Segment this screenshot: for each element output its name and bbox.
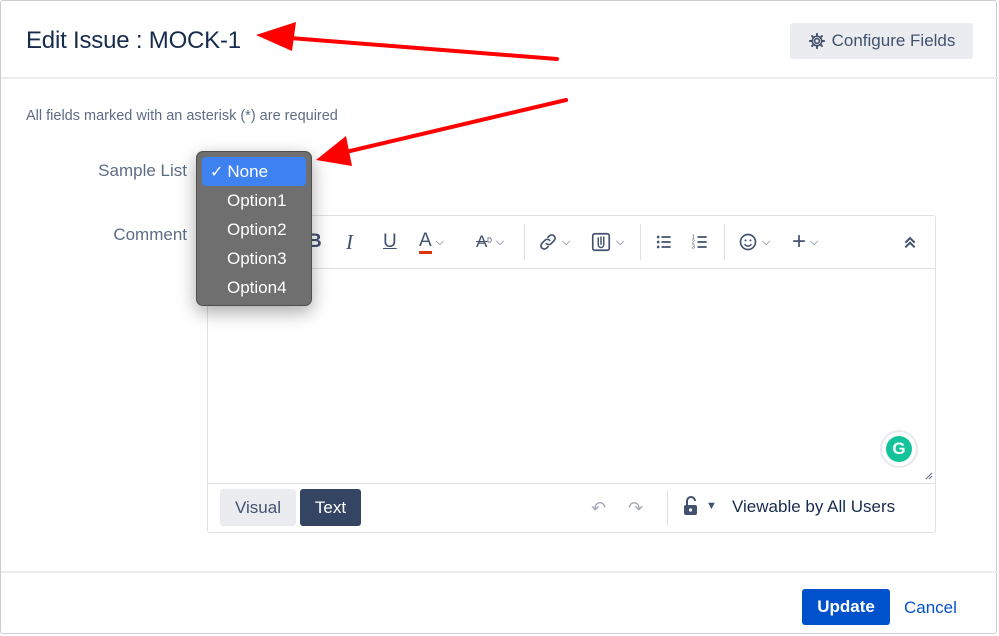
svg-text:3: 3: [692, 245, 695, 251]
italic-icon[interactable]: I: [346, 229, 353, 255]
text-mode-tab[interactable]: Text: [300, 489, 361, 526]
configure-fields-button[interactable]: Configure Fields: [790, 23, 973, 59]
collapse-toolbar-icon[interactable]: [902, 229, 918, 255]
comment-editor: B I U A ⌵ Aᴰ ⌵ ⌵ ⌵ 123 ⌵ + ⌵ G Visual Te…: [207, 215, 936, 533]
bottom-separator: [667, 490, 668, 526]
undo-icon[interactable]: ↶: [591, 498, 606, 519]
text-color-icon[interactable]: A ⌵: [419, 229, 444, 255]
toolbar-separator: [640, 224, 641, 260]
comment-text-area[interactable]: G: [208, 268, 935, 482]
checkmark-icon: ✓: [210, 163, 224, 181]
text-format-icon[interactable]: Aᴰ ⌵: [476, 229, 504, 255]
option-label: Option3: [227, 248, 287, 268]
option-label: None: [227, 161, 269, 181]
unlock-icon: [684, 496, 697, 515]
edit-issue-dialog: Edit Issue : MOCK-1 Configure Fields All…: [0, 0, 998, 635]
dialog-header: Edit Issue : MOCK-1 Configure Fields: [1, 1, 998, 79]
link-icon[interactable]: ⌵: [538, 229, 570, 255]
cancel-link[interactable]: Cancel: [904, 598, 957, 618]
resize-handle-icon[interactable]: [923, 470, 933, 480]
gear-icon: [808, 32, 825, 50]
sample-list-dropdown: ✓ None Option1 Option2 Option3 Option4: [196, 151, 312, 306]
update-button[interactable]: Update: [802, 589, 890, 625]
redo-icon[interactable]: ↷: [628, 498, 643, 519]
visibility-toggle[interactable]: ▼: [682, 496, 717, 516]
dialog-title: Edit Issue : MOCK-1: [26, 27, 241, 54]
dropdown-option-3[interactable]: Option3: [202, 244, 306, 273]
option-label: Option2: [227, 219, 287, 239]
dropdown-option-2[interactable]: Option2: [202, 215, 306, 244]
toolbar-separator: [724, 224, 725, 260]
underline-icon[interactable]: U: [383, 229, 397, 255]
dropdown-option-4[interactable]: Option4: [202, 273, 306, 302]
editor-bottom-bar: Visual Text ↶ ↷ ▼ Viewable by All Users: [208, 483, 935, 533]
grammarly-icon[interactable]: G: [882, 432, 916, 466]
configure-fields-label: Configure Fields: [831, 31, 956, 50]
insert-more-icon[interactable]: + ⌵: [792, 228, 818, 255]
bullet-list-icon[interactable]: [654, 229, 674, 255]
dropdown-option-none[interactable]: ✓ None: [202, 157, 306, 186]
visual-mode-tab[interactable]: Visual: [220, 489, 296, 526]
dialog-footer: Update Cancel: [1, 571, 998, 635]
editor-toolbar: B I U A ⌵ Aᴰ ⌵ ⌵ ⌵ 123 ⌵ + ⌵: [208, 216, 935, 269]
numbered-list-icon[interactable]: 123: [690, 229, 710, 255]
required-fields-note: All fields marked with an asterisk (*) a…: [26, 108, 338, 124]
visibility-label: Viewable by All Users: [732, 497, 896, 516]
emoji-icon[interactable]: ⌵: [738, 229, 770, 255]
attachment-icon[interactable]: ⌵: [590, 229, 624, 255]
comment-label: Comment: [113, 225, 187, 244]
option-label: Option4: [227, 277, 287, 297]
option-label: Option1: [227, 190, 287, 210]
sample-list-label: Sample List: [98, 161, 187, 180]
dropdown-option-1[interactable]: Option1: [202, 186, 306, 215]
toolbar-separator: [524, 224, 525, 260]
